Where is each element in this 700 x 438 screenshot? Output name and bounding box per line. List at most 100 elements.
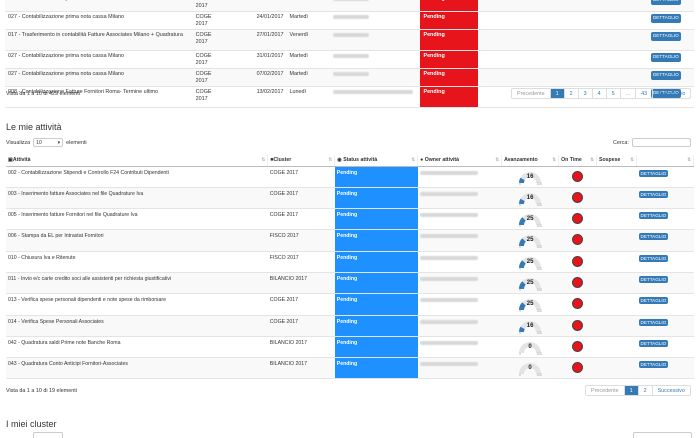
col-ontime[interactable]: On Time ⇅	[558, 155, 598, 167]
prev-page-button[interactable]: Precedente	[586, 386, 624, 395]
cell-date: 31/01/2017	[253, 50, 287, 69]
gauge-max: 100	[536, 245, 543, 250]
gauge-min: 0	[519, 373, 521, 378]
cell-cluster: COGE 2017	[192, 50, 221, 69]
page-button[interactable]: 1	[549, 89, 564, 98]
cell-cluster: BILANCIO 2017	[267, 336, 335, 359]
cell-status: Pending	[334, 357, 418, 380]
cell-owner	[417, 336, 502, 359]
col-activity[interactable]: ▣Attività ⇅	[6, 155, 269, 167]
page-length-select[interactable]: 10 ▾	[33, 138, 64, 147]
detail-button[interactable]: DETTAGLIO	[638, 361, 669, 369]
page-button[interactable]: 43	[635, 89, 652, 98]
detail-button[interactable]: DETTAGLIO	[638, 169, 669, 177]
page-length-value: 10	[36, 139, 42, 146]
cell-ontime	[558, 229, 597, 252]
cell-cluster: COGE 2017	[267, 315, 335, 337]
on-time-indicator	[572, 319, 584, 331]
detail-button[interactable]: DETTAGLIO	[638, 297, 669, 305]
cell-ontime	[558, 251, 597, 273]
on-time-indicator	[572, 170, 584, 182]
detail-button[interactable]: DETTAGLIO	[638, 339, 669, 347]
gauge-min: 0	[519, 330, 521, 335]
col-cluster[interactable]: ■Cluster ⇅	[267, 155, 336, 167]
day-text: Martedì	[289, 53, 308, 59]
cell-status: Pending	[420, 11, 479, 30]
clusters-page-length-select[interactable]	[33, 432, 63, 438]
activities-section-title: Le mie attività	[6, 122, 62, 132]
next-page-button[interactable]: Successivo	[651, 386, 690, 395]
table-row: 042 - Quadratura saldi Prime note Banche…	[6, 336, 694, 359]
activity-text: 014 - Verifica Spese Personali Associate…	[8, 318, 104, 325]
cell-activity: 027 - Contabilizzazione prima nota cassa…	[5, 50, 193, 69]
on-time-indicator	[572, 340, 584, 352]
cell-owner	[417, 272, 502, 295]
page-length-control: Visualizza 10 ▾ elementi	[6, 138, 87, 147]
day-text: Martedì	[289, 14, 308, 20]
cluster-text: COGE 2017	[269, 318, 299, 325]
page-button[interactable]: 2	[563, 89, 578, 98]
detail-button[interactable]: DETTAGLIO	[650, 71, 681, 80]
detail-button[interactable]: DETTAGLIO	[650, 53, 681, 62]
page-button[interactable]: 4	[591, 89, 606, 98]
cell-blank	[478, 0, 648, 12]
page-button[interactable]: 1	[623, 386, 638, 395]
cell-blank	[478, 50, 648, 69]
prev-page-button[interactable]: Precedente	[512, 89, 550, 98]
cell-owner	[417, 229, 502, 252]
cell-activity: 005 - Inserimento fatture Fornitori nel …	[6, 208, 268, 231]
gauge-min: 0	[519, 351, 521, 356]
cell-actions: DETTAGLIO	[636, 229, 694, 252]
cell-owner	[417, 208, 502, 231]
detail-button[interactable]: DETTAGLIO	[638, 212, 669, 220]
detail-button[interactable]: DETTAGLIO	[638, 275, 669, 283]
col-actions[interactable]: ⇅	[636, 155, 694, 167]
detail-button[interactable]: DETTAGLIO	[638, 233, 669, 241]
col-progress[interactable]: Avanzamento ⇅	[501, 155, 560, 167]
redacted-owner	[419, 213, 478, 218]
cell-actions: DETTAGLIO	[636, 357, 694, 380]
cell-cluster: COGE 2017	[192, 11, 221, 30]
gauge-value: 16	[526, 173, 534, 180]
page-button[interactable]: 3	[577, 89, 592, 98]
col-owner[interactable]: ● Owner attività ⇅	[417, 155, 503, 167]
cell-activity: 027 - Contabilizzazione prima nota cassa…	[5, 68, 193, 87]
col-activity-label: Attività	[12, 157, 31, 164]
col-suspended[interactable]: Sospese ⇅	[596, 155, 637, 167]
cell-blank	[478, 68, 648, 87]
detail-button[interactable]: DETTAGLIO	[638, 318, 669, 326]
col-status[interactable]: ◉ Status attività ⇅	[334, 155, 419, 167]
col-cluster-label: Cluster	[273, 157, 292, 164]
detail-button[interactable]: DETTAGLIO	[650, 14, 681, 23]
cell-empty	[220, 68, 254, 87]
detail-button[interactable]: DETTAGLIO	[650, 32, 681, 41]
page-button[interactable]: 5	[605, 89, 620, 98]
cluster-text: COGE 2017	[269, 169, 299, 176]
sort-icon: ⇅	[495, 157, 500, 162]
cell-actions: DETTAGLIO	[636, 336, 694, 359]
detail-button[interactable]: DETTAGLIO	[638, 190, 669, 198]
on-time-indicator	[572, 213, 584, 225]
status-text: Pending	[423, 14, 445, 20]
next-page-button[interactable]: Successivo	[652, 89, 690, 98]
search-input[interactable]	[631, 138, 691, 147]
cell-status: Pending	[334, 315, 418, 337]
detail-button[interactable]: DETTAGLIO	[650, 0, 681, 5]
gauge-min: 0	[519, 202, 521, 207]
cell-status: Pending	[420, 86, 479, 108]
clusters-section-title: I miei cluster	[6, 419, 57, 429]
col-ontime-label: On Time	[561, 157, 582, 164]
page-button[interactable]: 2	[637, 386, 652, 395]
detail-button[interactable]: DETTAGLIO	[638, 254, 669, 262]
cell-activity: 003 - Inserimento fatture Associates nel…	[6, 187, 268, 210]
page-button[interactable]: ...	[619, 89, 636, 98]
cell-cluster: COGE 2017	[267, 187, 335, 210]
cell-suspended	[596, 229, 637, 252]
cell-cluster: COGE 2017	[192, 86, 221, 108]
sort-icon: ⇅	[590, 157, 595, 162]
clusters-search-input[interactable]	[633, 432, 692, 438]
progress-gauge: 16 0 100	[517, 318, 543, 335]
cluster-text: COGE 2017	[195, 32, 212, 45]
cell-owner	[330, 0, 421, 12]
date-text: 27/01/2017	[256, 32, 284, 38]
